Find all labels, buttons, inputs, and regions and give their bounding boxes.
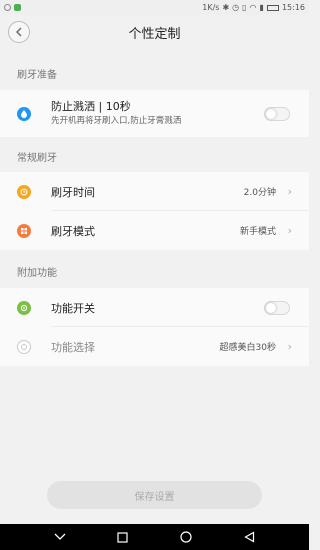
- brush-mode-value: 新手模式: [239, 227, 276, 237]
- brush-mode-label: 刷牙模式: [51, 224, 95, 238]
- power-ring-icon: [17, 300, 31, 315]
- chevron-left-icon: [16, 27, 22, 37]
- chevron-down-icon[interactable]: [53, 530, 67, 544]
- network-speed: 1K/s: [202, 3, 220, 12]
- clock-icon: [17, 184, 31, 199]
- row-feature-switch: 功能开关: [0, 288, 309, 327]
- grid-icon: [17, 223, 31, 238]
- app-notification-icon: [14, 4, 21, 11]
- bluetooth-icon: ✱: [222, 3, 230, 12]
- home-icon[interactable]: [179, 530, 193, 544]
- chevron-right-icon: ›: [287, 185, 292, 198]
- vibrate-icon: ▯: [242, 3, 247, 12]
- group-additional: 功能开关 功能选择 超感美白30秒 ›: [0, 288, 309, 366]
- battery-icon: [266, 4, 279, 11]
- row-brush-time[interactable]: 刷牙时间 2.0分钟 ›: [0, 172, 309, 211]
- brush-time-label: 刷牙时间: [51, 185, 95, 199]
- section-header-prep: 刷牙准备: [0, 57, 309, 90]
- section-header-regular: 常规刷牙: [0, 140, 309, 173]
- alarm-icon: ◷: [232, 3, 240, 12]
- row-brush-mode[interactable]: 刷牙模式 新手模式 ›: [0, 211, 309, 250]
- toggle-knob: [266, 302, 276, 313]
- title-bar: 个性定制: [0, 15, 309, 50]
- feature-switch-label: 功能开关: [51, 301, 95, 315]
- chevron-right-icon: ›: [287, 340, 292, 353]
- clock-time: 15:16: [281, 3, 305, 12]
- signal-icon: ▮: [259, 3, 264, 12]
- gear-icon: [17, 339, 31, 354]
- group-regular: 刷牙时间 2.0分钟 › 刷牙模式 新手模式 ›: [0, 172, 309, 250]
- group-prep: 防止溅洒 | 10秒 先开机再将牙刷入口,防止牙膏溅洒: [0, 90, 309, 137]
- page-title: 个性定制: [128, 27, 181, 42]
- feature-switch-toggle[interactable]: [264, 300, 290, 315]
- notification-icon: [4, 4, 11, 11]
- status-bar: 1K/s ✱ ◷ ▯ ◠ ▮ 15:16: [0, 0, 309, 15]
- toggle-knob: [266, 108, 276, 119]
- anti-splash-label: 防止溅洒 | 10秒: [51, 100, 131, 113]
- back-triangle-icon[interactable]: [242, 530, 256, 544]
- brush-time-value: 2.0分钟: [243, 188, 276, 198]
- system-nav-bar: [0, 524, 309, 550]
- wifi-icon: ◠: [249, 3, 257, 12]
- section-header-additional: 附加功能: [0, 255, 309, 288]
- status-left: [4, 4, 21, 11]
- chevron-right-icon: ›: [287, 224, 292, 237]
- back-button[interactable]: [8, 21, 30, 43]
- recent-apps-icon[interactable]: [116, 530, 130, 544]
- water-drop-icon: [17, 106, 31, 121]
- feature-select-value: 超感美白30秒: [219, 343, 276, 353]
- feature-select-label: 功能选择: [51, 340, 95, 354]
- anti-splash-toggle[interactable]: [264, 106, 290, 121]
- status-right: 1K/s ✱ ◷ ▯ ◠ ▮ 15:16: [202, 3, 305, 12]
- anti-splash-description: 先开机再将牙刷入口,防止牙膏溅洒: [51, 116, 182, 126]
- row-feature-select[interactable]: 功能选择 超感美白30秒 ›: [0, 327, 309, 366]
- row-anti-splash: 防止溅洒 | 10秒 先开机再将牙刷入口,防止牙膏溅洒: [0, 90, 309, 137]
- save-settings-button[interactable]: 保存设置: [47, 481, 262, 509]
